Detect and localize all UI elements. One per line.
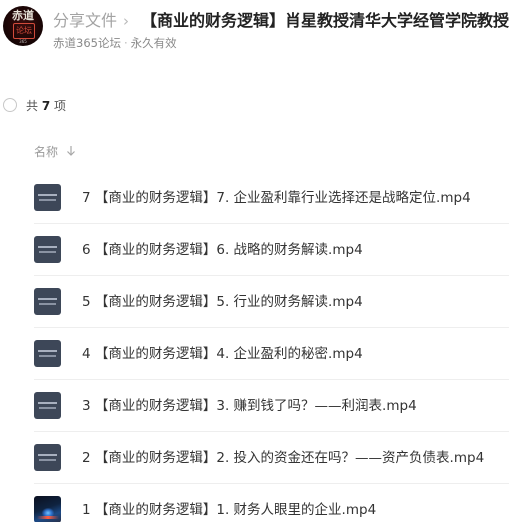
file-row[interactable]: 1 【商业的财务逻辑】1. 财务人眼里的企业.mp4 [34,484,509,522]
file-name[interactable]: 6 【商业的财务逻辑】6. 战略的财务解读.mp4 [82,240,363,260]
column-name-label: 名称 [34,144,59,159]
meta-dot: · [123,36,128,50]
file-row[interactable]: 5 【商业的财务逻辑】5. 行业的财务解读.mp4 [34,276,509,328]
video-thumb-icon [34,288,61,315]
share-header: 赤道 论坛 365 分享文件 › 【商业的财务逻辑】肖星教授清华大学经管学院教授… [0,0,509,60]
file-name[interactable]: 3 【商业的财务逻辑】3. 赚到钱了吗？——利润表.mp4 [82,396,417,416]
chevron-right-icon: › [123,12,129,30]
forum-logo-icon[interactable]: 赤道 论坛 365 [3,6,43,46]
file-name[interactable]: 7 【商业的财务逻辑】7. 企业盈利靠行业选择还是战略定位.mp4 [82,188,471,208]
select-all-checkbox[interactable] [3,98,17,112]
breadcrumb-share-files[interactable]: 分享文件 [53,10,117,32]
file-name[interactable]: 4 【商业的财务逻辑】4. 企业盈利的秘密.mp4 [82,344,363,364]
owner-name[interactable]: 赤道365论坛 [53,36,121,50]
file-row[interactable]: 7 【商业的财务逻辑】7. 企业盈利靠行业选择还是战略定位.mp4 [34,172,509,224]
video-thumb-icon [34,444,61,471]
item-count-row: 共 7 项 [3,96,66,114]
video-thumb-icon [34,340,61,367]
file-name[interactable]: 5 【商业的财务逻辑】5. 行业的财务解读.mp4 [82,292,363,312]
page-title: 【商业的财务逻辑】肖星教授清华大学经管学院教授 [141,11,509,30]
video-thumb-icon [34,184,61,211]
share-page: 赤道 论坛 365 分享文件 › 【商业的财务逻辑】肖星教授清华大学经管学院教授… [0,0,509,522]
share-meta: 赤道365论坛 · 永久有效 [53,36,177,51]
file-name[interactable]: 1 【商业的财务逻辑】1. 财务人眼里的企业.mp4 [82,500,376,520]
column-header-name[interactable]: 名称 [34,143,76,159]
video-thumb-icon [34,236,61,263]
validity-text: 永久有效 [130,36,177,50]
file-name[interactable]: 2 【商业的财务逻辑】2. 投入的资金还在吗？——资产负债表.mp4 [82,448,484,468]
file-row[interactable]: 4 【商业的财务逻辑】4. 企业盈利的秘密.mp4 [34,328,509,380]
file-row[interactable]: 6 【商业的财务逻辑】6. 战略的财务解读.mp4 [34,224,509,276]
file-row[interactable]: 2 【商业的财务逻辑】2. 投入的资金还在吗？——资产负债表.mp4 [34,432,509,484]
video-photo-thumb-icon [34,496,61,522]
arrow-down-icon[interactable] [66,145,76,157]
file-row[interactable]: 3 【商业的财务逻辑】3. 赚到钱了吗？——利润表.mp4 [34,380,509,432]
video-thumb-icon [34,392,61,419]
item-count: 共 7 项 [26,98,67,113]
